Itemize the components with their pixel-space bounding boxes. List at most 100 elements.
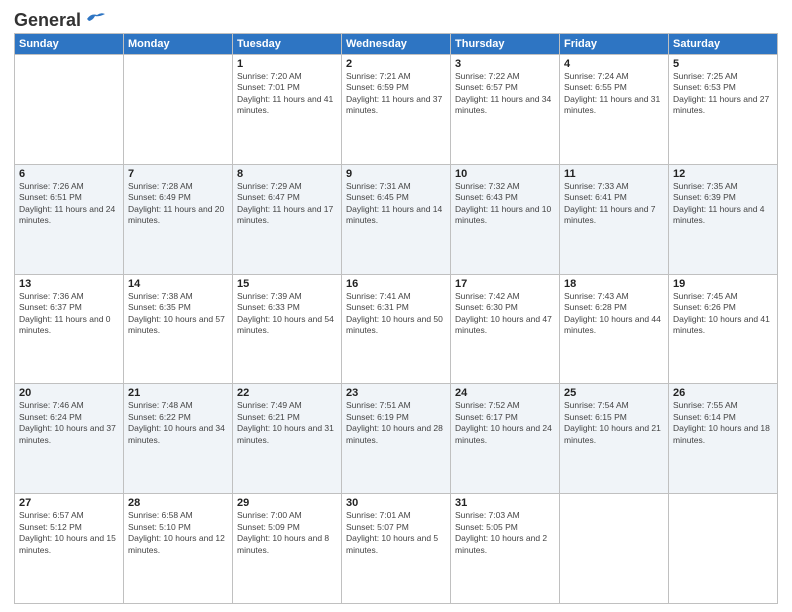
day-info: Sunrise: 7:28 AM Sunset: 6:49 PM Dayligh… <box>128 181 228 227</box>
day-number: 5 <box>673 58 773 70</box>
day-info: Sunrise: 7:33 AM Sunset: 6:41 PM Dayligh… <box>564 181 664 227</box>
day-cell: 20Sunrise: 7:46 AM Sunset: 6:24 PM Dayli… <box>15 384 124 494</box>
day-number: 18 <box>564 278 664 290</box>
day-cell <box>15 55 124 165</box>
day-cell: 9Sunrise: 7:31 AM Sunset: 6:45 PM Daylig… <box>342 164 451 274</box>
week-row-5: 27Sunrise: 6:57 AM Sunset: 5:12 PM Dayli… <box>15 494 778 604</box>
day-number: 2 <box>346 58 446 70</box>
day-number: 25 <box>564 387 664 399</box>
day-cell <box>669 494 778 604</box>
day-info: Sunrise: 7:24 AM Sunset: 6:55 PM Dayligh… <box>564 71 664 117</box>
weekday-saturday: Saturday <box>669 34 778 55</box>
day-number: 10 <box>455 168 555 180</box>
day-cell: 25Sunrise: 7:54 AM Sunset: 6:15 PM Dayli… <box>560 384 669 494</box>
day-info: Sunrise: 7:49 AM Sunset: 6:21 PM Dayligh… <box>237 400 337 446</box>
day-cell <box>124 55 233 165</box>
day-info: Sunrise: 7:55 AM Sunset: 6:14 PM Dayligh… <box>673 400 773 446</box>
day-number: 28 <box>128 497 228 509</box>
week-row-2: 6Sunrise: 7:26 AM Sunset: 6:51 PM Daylig… <box>15 164 778 274</box>
week-row-3: 13Sunrise: 7:36 AM Sunset: 6:37 PM Dayli… <box>15 274 778 384</box>
day-number: 1 <box>237 58 337 70</box>
header: General <box>14 10 778 27</box>
day-cell: 26Sunrise: 7:55 AM Sunset: 6:14 PM Dayli… <box>669 384 778 494</box>
day-info: Sunrise: 7:25 AM Sunset: 6:53 PM Dayligh… <box>673 71 773 117</box>
day-number: 14 <box>128 278 228 290</box>
day-info: Sunrise: 6:57 AM Sunset: 5:12 PM Dayligh… <box>19 510 119 556</box>
day-info: Sunrise: 7:29 AM Sunset: 6:47 PM Dayligh… <box>237 181 337 227</box>
day-cell: 3Sunrise: 7:22 AM Sunset: 6:57 PM Daylig… <box>451 55 560 165</box>
day-cell <box>560 494 669 604</box>
day-number: 20 <box>19 387 119 399</box>
day-cell: 22Sunrise: 7:49 AM Sunset: 6:21 PM Dayli… <box>233 384 342 494</box>
weekday-header-row: SundayMondayTuesdayWednesdayThursdayFrid… <box>15 34 778 55</box>
day-info: Sunrise: 7:46 AM Sunset: 6:24 PM Dayligh… <box>19 400 119 446</box>
day-number: 27 <box>19 497 119 509</box>
day-info: Sunrise: 7:00 AM Sunset: 5:09 PM Dayligh… <box>237 510 337 556</box>
day-number: 17 <box>455 278 555 290</box>
day-cell: 27Sunrise: 6:57 AM Sunset: 5:12 PM Dayli… <box>15 494 124 604</box>
day-cell: 11Sunrise: 7:33 AM Sunset: 6:41 PM Dayli… <box>560 164 669 274</box>
day-number: 21 <box>128 387 228 399</box>
week-row-4: 20Sunrise: 7:46 AM Sunset: 6:24 PM Dayli… <box>15 384 778 494</box>
day-cell: 29Sunrise: 7:00 AM Sunset: 5:09 PM Dayli… <box>233 494 342 604</box>
day-number: 31 <box>455 497 555 509</box>
day-number: 22 <box>237 387 337 399</box>
day-cell: 18Sunrise: 7:43 AM Sunset: 6:28 PM Dayli… <box>560 274 669 384</box>
day-number: 7 <box>128 168 228 180</box>
day-cell: 16Sunrise: 7:41 AM Sunset: 6:31 PM Dayli… <box>342 274 451 384</box>
day-info: Sunrise: 7:42 AM Sunset: 6:30 PM Dayligh… <box>455 291 555 337</box>
day-number: 8 <box>237 168 337 180</box>
day-info: Sunrise: 7:21 AM Sunset: 6:59 PM Dayligh… <box>346 71 446 117</box>
day-info: Sunrise: 7:31 AM Sunset: 6:45 PM Dayligh… <box>346 181 446 227</box>
day-info: Sunrise: 7:52 AM Sunset: 6:17 PM Dayligh… <box>455 400 555 446</box>
day-info: Sunrise: 7:41 AM Sunset: 6:31 PM Dayligh… <box>346 291 446 337</box>
week-row-1: 1Sunrise: 7:20 AM Sunset: 7:01 PM Daylig… <box>15 55 778 165</box>
day-number: 9 <box>346 168 446 180</box>
day-info: Sunrise: 7:38 AM Sunset: 6:35 PM Dayligh… <box>128 291 228 337</box>
day-info: Sunrise: 7:20 AM Sunset: 7:01 PM Dayligh… <box>237 71 337 117</box>
day-cell: 28Sunrise: 6:58 AM Sunset: 5:10 PM Dayli… <box>124 494 233 604</box>
logo: General <box>14 10 105 27</box>
day-cell: 21Sunrise: 7:48 AM Sunset: 6:22 PM Dayli… <box>124 384 233 494</box>
weekday-thursday: Thursday <box>451 34 560 55</box>
day-cell: 1Sunrise: 7:20 AM Sunset: 7:01 PM Daylig… <box>233 55 342 165</box>
day-cell: 2Sunrise: 7:21 AM Sunset: 6:59 PM Daylig… <box>342 55 451 165</box>
day-number: 23 <box>346 387 446 399</box>
day-number: 19 <box>673 278 773 290</box>
weekday-sunday: Sunday <box>15 34 124 55</box>
weekday-tuesday: Tuesday <box>233 34 342 55</box>
day-number: 3 <box>455 58 555 70</box>
day-info: Sunrise: 7:35 AM Sunset: 6:39 PM Dayligh… <box>673 181 773 227</box>
day-cell: 17Sunrise: 7:42 AM Sunset: 6:30 PM Dayli… <box>451 274 560 384</box>
day-cell: 8Sunrise: 7:29 AM Sunset: 6:47 PM Daylig… <box>233 164 342 274</box>
day-number: 12 <box>673 168 773 180</box>
day-cell: 24Sunrise: 7:52 AM Sunset: 6:17 PM Dayli… <box>451 384 560 494</box>
day-number: 29 <box>237 497 337 509</box>
day-cell: 15Sunrise: 7:39 AM Sunset: 6:33 PM Dayli… <box>233 274 342 384</box>
day-cell: 10Sunrise: 7:32 AM Sunset: 6:43 PM Dayli… <box>451 164 560 274</box>
day-number: 11 <box>564 168 664 180</box>
day-number: 6 <box>19 168 119 180</box>
day-info: Sunrise: 7:22 AM Sunset: 6:57 PM Dayligh… <box>455 71 555 117</box>
day-cell: 30Sunrise: 7:01 AM Sunset: 5:07 PM Dayli… <box>342 494 451 604</box>
day-number: 13 <box>19 278 119 290</box>
calendar: SundayMondayTuesdayWednesdayThursdayFrid… <box>14 33 778 604</box>
day-cell: 6Sunrise: 7:26 AM Sunset: 6:51 PM Daylig… <box>15 164 124 274</box>
day-cell: 4Sunrise: 7:24 AM Sunset: 6:55 PM Daylig… <box>560 55 669 165</box>
day-cell: 5Sunrise: 7:25 AM Sunset: 6:53 PM Daylig… <box>669 55 778 165</box>
logo-general: General <box>14 10 81 31</box>
weekday-wednesday: Wednesday <box>342 34 451 55</box>
day-info: Sunrise: 7:32 AM Sunset: 6:43 PM Dayligh… <box>455 181 555 227</box>
day-info: Sunrise: 7:45 AM Sunset: 6:26 PM Dayligh… <box>673 291 773 337</box>
day-cell: 12Sunrise: 7:35 AM Sunset: 6:39 PM Dayli… <box>669 164 778 274</box>
logo-bird-icon <box>83 11 105 27</box>
day-number: 24 <box>455 387 555 399</box>
page: General SundayMondayTuesdayWednesdayThur… <box>0 0 792 612</box>
day-cell: 14Sunrise: 7:38 AM Sunset: 6:35 PM Dayli… <box>124 274 233 384</box>
day-info: Sunrise: 7:26 AM Sunset: 6:51 PM Dayligh… <box>19 181 119 227</box>
day-cell: 19Sunrise: 7:45 AM Sunset: 6:26 PM Dayli… <box>669 274 778 384</box>
day-info: Sunrise: 7:48 AM Sunset: 6:22 PM Dayligh… <box>128 400 228 446</box>
day-info: Sunrise: 7:03 AM Sunset: 5:05 PM Dayligh… <box>455 510 555 556</box>
day-info: Sunrise: 7:51 AM Sunset: 6:19 PM Dayligh… <box>346 400 446 446</box>
day-cell: 23Sunrise: 7:51 AM Sunset: 6:19 PM Dayli… <box>342 384 451 494</box>
